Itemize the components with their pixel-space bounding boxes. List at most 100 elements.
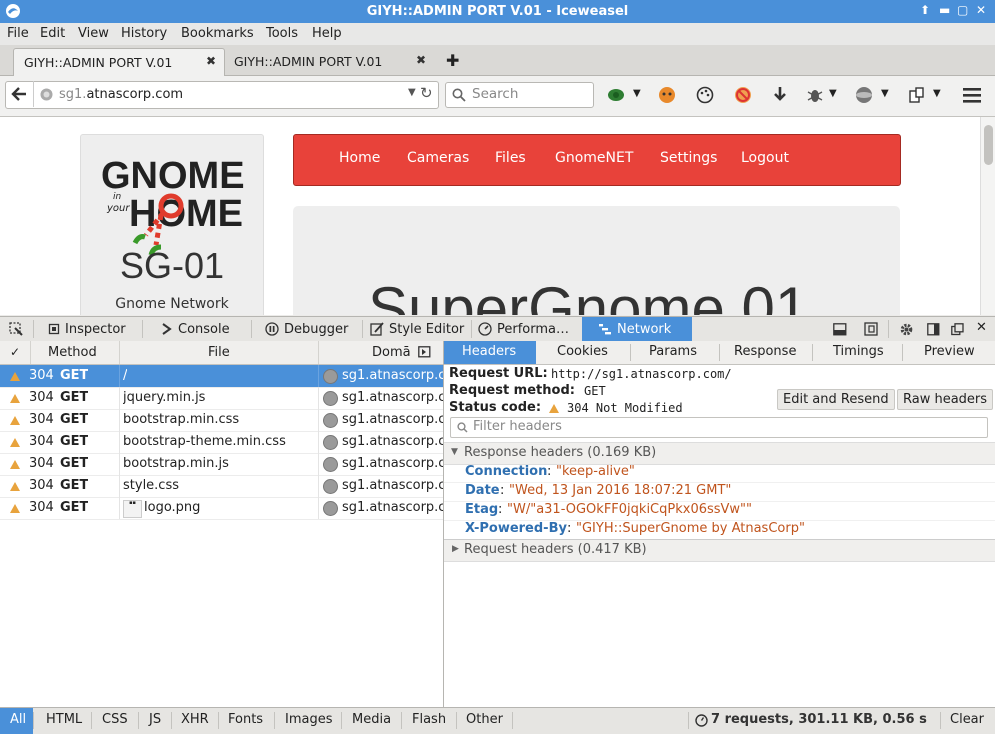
tab-close-icon[interactable]: ✖ <box>416 53 426 67</box>
filter-xhr[interactable]: XHR <box>181 712 209 727</box>
status-warning-icon <box>10 416 20 425</box>
filter-images[interactable]: Images <box>285 712 333 727</box>
nav-gnomenet[interactable]: GnomeNET <box>555 150 633 166</box>
filter-js[interactable]: JS <box>149 712 161 727</box>
window-minimize-icon[interactable]: ▬ <box>939 3 950 17</box>
devtools-tab-inspector[interactable]: Inspector <box>48 317 126 341</box>
pick-element-icon[interactable] <box>9 322 23 336</box>
url-dropdown-icon[interactable]: ▼ <box>408 87 416 98</box>
filter-flash[interactable]: Flash <box>412 712 446 727</box>
edit-and-resend-button[interactable]: Edit and Resend <box>777 389 895 410</box>
request-row[interactable]: 304 GET bootstrap.min.css sg1.atnascorp.c <box>0 409 443 432</box>
fox-addon-icon[interactable] <box>658 86 676 104</box>
scrollbar-thumb[interactable] <box>984 125 993 165</box>
nav-logout[interactable]: Logout <box>741 150 789 166</box>
download-icon[interactable] <box>772 86 788 104</box>
devtools-tab-performance[interactable]: Performa… <box>478 317 569 341</box>
menu-history[interactable]: History <box>121 26 167 41</box>
window-keep-above-icon[interactable]: ⬆ <box>920 3 930 17</box>
browser-tab-1[interactable]: GIYH::ADMIN PORT V.01 ✖ <box>13 48 225 76</box>
filter-media[interactable]: Media <box>352 712 391 727</box>
file-column-header[interactable]: File <box>208 345 230 360</box>
request-url-label: Request URL: <box>449 366 548 381</box>
request-status: 304 <box>29 434 54 449</box>
search-input[interactable]: Search <box>445 82 594 108</box>
menu-file[interactable]: File <box>7 26 29 41</box>
filter-all[interactable]: All <box>10 712 26 727</box>
detail-tab-params[interactable]: Params <box>649 344 697 359</box>
method-column-header[interactable]: Method <box>48 345 97 360</box>
detail-tab-cookies[interactable]: Cookies <box>557 344 608 359</box>
block-addon-icon[interactable] <box>734 86 752 104</box>
request-headers-section[interactable]: ▶ Request headers (0.417 KB) <box>444 539 995 562</box>
request-domain: sg1.atnascorp.c <box>342 434 443 449</box>
palette-icon[interactable] <box>696 86 714 104</box>
site-identity-icon[interactable] <box>40 88 53 101</box>
split-console-icon[interactable] <box>833 323 847 336</box>
request-status: 304 <box>29 390 54 405</box>
back-button[interactable] <box>5 81 34 107</box>
filter-css[interactable]: CSS <box>102 712 128 727</box>
close-devtools-icon[interactable]: ✕ <box>976 320 987 335</box>
filter-headers-input[interactable]: Filter headers <box>450 417 988 438</box>
style-editor-icon <box>370 322 384 336</box>
devtools-tab-network[interactable]: Network <box>582 317 692 341</box>
request-row[interactable]: 304 GET bootstrap.min.js sg1.atnascorp.c <box>0 453 443 476</box>
search-icon <box>452 88 466 102</box>
menu-tools[interactable]: Tools <box>266 26 298 41</box>
detail-tab-preview[interactable]: Preview <box>924 344 975 359</box>
addon-dropdown-icon[interactable]: ▼ <box>829 88 837 99</box>
request-row[interactable]: 304 GET jquery.min.js sg1.atnascorp.c <box>0 387 443 410</box>
domain-column-header[interactable]: Domā <box>372 345 411 360</box>
menu-edit[interactable]: Edit <box>40 26 65 41</box>
page-share-icon[interactable] <box>908 86 926 104</box>
hamburger-menu-icon[interactable] <box>962 86 982 104</box>
request-row[interactable]: 304 GET style.css sg1.atnascorp.c <box>0 475 443 498</box>
responsive-mode-icon[interactable] <box>864 322 878 336</box>
nav-files[interactable]: Files <box>495 150 526 166</box>
response-headers-section[interactable]: ▼ Response headers (0.169 KB) <box>444 442 995 465</box>
window-close-icon[interactable]: ✕ <box>976 3 986 17</box>
nav-home[interactable]: Home <box>339 150 380 166</box>
devtools-tab-style-editor[interactable]: Style Editor <box>370 317 464 341</box>
menu-bar: File Edit View History Bookmarks Tools H… <box>0 23 995 45</box>
filter-html[interactable]: HTML <box>46 712 82 727</box>
request-row[interactable]: 304 GET ▪▪ logo.png sg1.atnascorp.c <box>0 497 443 520</box>
addon-dropdown-icon[interactable]: ▼ <box>881 88 889 99</box>
globe-addon-icon[interactable] <box>854 86 874 104</box>
clear-button[interactable]: Clear <box>950 712 984 727</box>
undock-window-icon[interactable] <box>951 323 964 336</box>
dock-side-icon[interactable] <box>927 323 940 336</box>
turtle-addon-icon[interactable] <box>606 86 626 104</box>
reload-icon[interactable]: ↻ <box>420 84 433 102</box>
status-warning-icon <box>10 394 20 403</box>
new-tab-icon[interactable]: ✚ <box>446 51 459 70</box>
nav-cameras[interactable]: Cameras <box>407 150 469 166</box>
menu-help[interactable]: Help <box>312 26 342 41</box>
window-maximize-icon[interactable]: ▢ <box>957 3 968 17</box>
devtools-tab-debugger[interactable]: Debugger <box>265 317 348 341</box>
browser-tab-2[interactable]: GIYH::ADMIN PORT V.01 ✖ <box>224 48 434 75</box>
toggle-sidebar-icon[interactable] <box>418 346 431 358</box>
response-header-row: Date: "Wed, 13 Jan 2016 18:07:21 GMT" <box>444 482 995 502</box>
url-bar[interactable]: sg1.atnascorp.com ▼ ↻ <box>5 81 439 109</box>
menu-view[interactable]: View <box>78 26 109 41</box>
addon-dropdown-icon[interactable]: ▼ <box>633 88 641 99</box>
addon-dropdown-icon[interactable]: ▼ <box>933 88 941 99</box>
filter-other[interactable]: Other <box>466 712 503 727</box>
settings-gear-icon[interactable] <box>899 322 914 337</box>
detail-tab-headers[interactable]: Headers <box>462 344 516 359</box>
request-row[interactable]: 304 GET / sg1.atnascorp.c <box>0 365 443 388</box>
filter-fonts[interactable]: Fonts <box>228 712 263 727</box>
page-scrollbar[interactable] <box>980 117 995 315</box>
menu-bookmarks[interactable]: Bookmarks <box>181 26 254 41</box>
request-row[interactable]: 304 GET bootstrap-theme.min.css sg1.atnasco… <box>0 431 443 454</box>
nav-settings[interactable]: Settings <box>660 150 717 166</box>
devtools-tab-console[interactable]: Console <box>161 317 230 341</box>
bug-addon-icon[interactable] <box>806 86 824 104</box>
status-column-header[interactable]: ✓ <box>10 345 20 359</box>
detail-tab-response[interactable]: Response <box>734 344 796 359</box>
detail-tab-timings[interactable]: Timings <box>833 344 884 359</box>
tab-close-icon[interactable]: ✖ <box>206 54 216 68</box>
raw-headers-button[interactable]: Raw headers <box>897 389 994 410</box>
